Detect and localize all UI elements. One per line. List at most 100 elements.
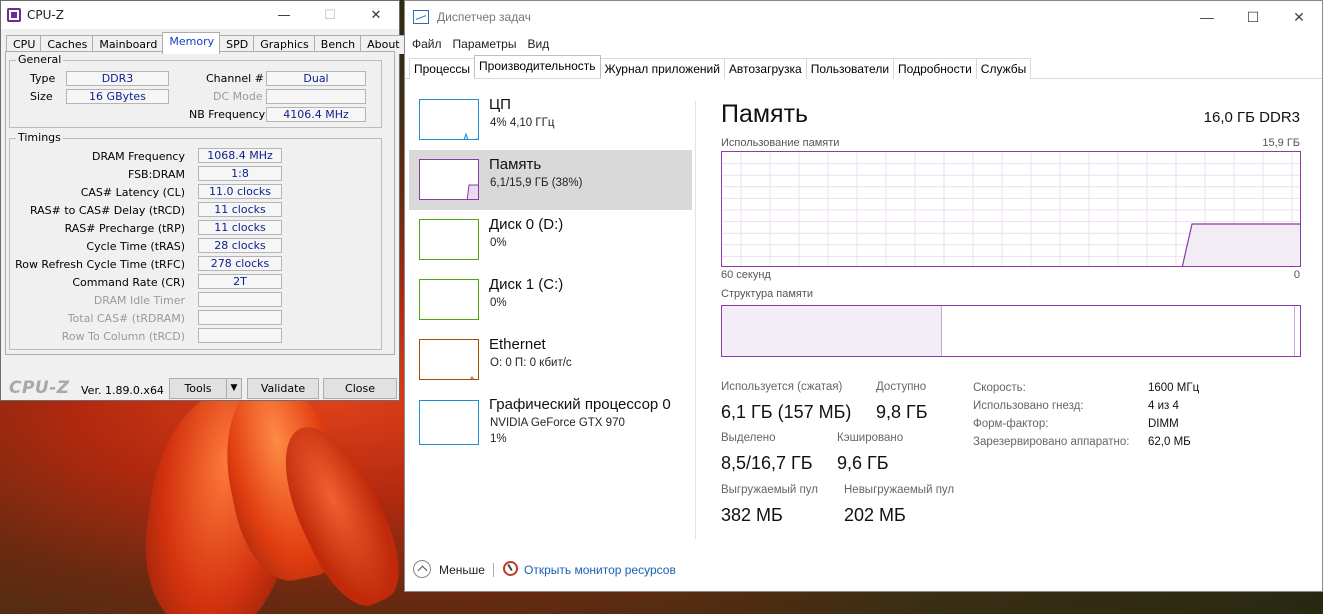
fewer-details-link[interactable]: Меньше bbox=[439, 563, 485, 577]
dc-mode-label: DC Mode bbox=[213, 90, 263, 103]
committed-label: Выделено bbox=[721, 432, 776, 444]
form-factor-value: DIMM bbox=[1148, 418, 1179, 430]
sidebar-item-ethernet[interactable]: Ethernet О: 0 П: 0 кбит/с bbox=[409, 330, 692, 390]
sidebar-divider bbox=[695, 101, 696, 539]
gpu-thumbnail-graph bbox=[419, 400, 479, 445]
validate-button[interactable]: Validate bbox=[247, 378, 319, 399]
channel-label: Channel # bbox=[206, 72, 264, 85]
timing-label: DRAM Frequency bbox=[91, 150, 185, 163]
sidebar-item-detail: 0% bbox=[490, 237, 507, 249]
sidebar-item-detail: NVIDIA GeForce GTX 970 bbox=[490, 417, 625, 429]
task-manager-titlebar[interactable]: Диспетчер задач — ☐ ✕ bbox=[405, 1, 1322, 33]
memory-composition-bar bbox=[721, 305, 1301, 357]
collapse-chevron-icon[interactable] bbox=[413, 560, 431, 578]
timing-label: Cycle Time (tRAS) bbox=[86, 240, 185, 253]
timing-value: 278 clocks bbox=[198, 256, 282, 271]
tab-app-history[interactable]: Журнал приложений bbox=[599, 58, 725, 79]
time-caption: 60 секунд bbox=[721, 269, 771, 281]
available-value: 9,8 ГБ bbox=[876, 402, 928, 422]
time-zero-label: 0 bbox=[1293, 269, 1300, 281]
close-button[interactable]: Close bbox=[323, 378, 397, 399]
timing-value: 2T bbox=[198, 274, 282, 289]
channel-value: Dual bbox=[266, 71, 366, 86]
tab-performance[interactable]: Производительность bbox=[474, 55, 601, 78]
sidebar-item-label: Диск 0 (D:) bbox=[489, 216, 564, 233]
menu-options[interactable]: Параметры bbox=[452, 37, 523, 51]
minimize-icon[interactable]: — bbox=[1184, 1, 1230, 33]
minimize-icon[interactable]: — bbox=[261, 1, 307, 29]
hardware-reserved-value: 62,0 МБ bbox=[1148, 436, 1191, 448]
available-label: Доступно bbox=[876, 381, 927, 393]
tools-dropdown-icon[interactable]: ▼ bbox=[226, 378, 242, 399]
maximize-icon[interactable]: ☐ bbox=[1230, 1, 1276, 33]
timing-label: RAS# Precharge (tRP) bbox=[64, 222, 185, 235]
cpuz-app-icon bbox=[7, 8, 21, 22]
timing-label: FSB:DRAM bbox=[127, 168, 185, 181]
resource-monitor-icon[interactable] bbox=[503, 561, 518, 576]
tab-memory[interactable]: Memory bbox=[162, 32, 221, 54]
slots-used-value: 4 из 4 bbox=[1148, 400, 1179, 412]
timing-label: Row To Column (tRCD) bbox=[61, 330, 185, 343]
timing-label: Total CAS# (tRDRAM) bbox=[67, 312, 185, 325]
dc-mode-value bbox=[266, 89, 366, 104]
tab-startup[interactable]: Автозагрузка bbox=[723, 58, 807, 79]
tools-button[interactable]: Tools bbox=[169, 378, 227, 399]
cached-value: 9,6 ГБ bbox=[837, 453, 889, 473]
type-label: Type bbox=[30, 72, 56, 85]
paged-pool-label: Выгружаемый пул bbox=[721, 484, 818, 496]
size-value: 16 GBytes bbox=[66, 89, 169, 104]
task-manager-window: Диспетчер задач — ☐ ✕ Файл Параметры Вид… bbox=[404, 0, 1323, 592]
timing-value: 11.0 clocks bbox=[198, 184, 282, 199]
timing-label: CAS# Latency (CL) bbox=[80, 186, 185, 199]
menu-file[interactable]: Файл bbox=[411, 37, 448, 51]
cached-label: Кэшировано bbox=[837, 432, 904, 444]
sidebar-item-label: Память bbox=[489, 156, 542, 173]
disk-thumbnail-graph bbox=[419, 219, 479, 260]
timing-value: 28 clocks bbox=[198, 238, 282, 253]
general-group-title: General bbox=[16, 53, 64, 66]
sidebar-item-cpu[interactable]: ЦП 4% 4,10 ГГц bbox=[409, 90, 692, 150]
slots-used-label: Использовано гнезд: bbox=[973, 400, 1084, 412]
open-resource-monitor-link[interactable]: Открыть монитор ресурсов bbox=[524, 563, 676, 577]
timing-value: 11 clocks bbox=[198, 220, 282, 235]
speed-label: Скорость: bbox=[973, 382, 1026, 394]
sidebar-item-label: Ethernet bbox=[489, 336, 546, 353]
committed-value: 8,5/16,7 ГБ bbox=[721, 453, 813, 473]
sidebar-item-memory[interactable]: Память 6,1/15,9 ГБ (38%) bbox=[409, 150, 692, 210]
tab-users[interactable]: Пользователи bbox=[805, 58, 895, 79]
page-title: Память bbox=[721, 100, 809, 128]
sidebar-item-detail: 4% 4,10 ГГц bbox=[490, 117, 555, 129]
usage-caption: Использование памяти bbox=[721, 137, 840, 149]
speed-value: 1600 МГц bbox=[1148, 382, 1200, 394]
sidebar-item-label: Графический процессор 0 bbox=[489, 396, 671, 413]
task-manager-tab-bar: Процессы Производительность Журнал прило… bbox=[405, 55, 1322, 79]
tab-processes[interactable]: Процессы bbox=[409, 58, 476, 79]
form-factor-label: Форм-фактор: bbox=[973, 418, 1049, 430]
memory-thumbnail-graph bbox=[419, 159, 479, 200]
paged-pool-value: 382 МБ bbox=[721, 505, 783, 525]
close-icon[interactable]: ✕ bbox=[353, 1, 399, 29]
timings-group-title: Timings bbox=[16, 131, 63, 144]
timing-label: Row Refresh Cycle Time (tRFC) bbox=[15, 258, 185, 271]
composition-modified-segment bbox=[1294, 306, 1295, 356]
usage-max-label: 15,9 ГБ bbox=[1262, 137, 1300, 149]
general-group: General Type DDR3 Size 16 GBytes Channel… bbox=[9, 53, 382, 128]
sidebar-item-gpu-0[interactable]: Графический процессор 0 NVIDIA GeForce G… bbox=[409, 390, 692, 460]
timing-value bbox=[198, 328, 282, 343]
tab-services[interactable]: Службы bbox=[975, 58, 1032, 79]
size-label: Size bbox=[30, 90, 53, 103]
tab-details[interactable]: Подробности bbox=[893, 58, 977, 79]
sidebar-item-label: ЦП bbox=[489, 96, 511, 113]
timing-label: RAS# to CAS# Delay (tRCD) bbox=[29, 204, 185, 217]
menu-view[interactable]: Вид bbox=[526, 37, 555, 51]
sidebar-item-disk-0[interactable]: Диск 0 (D:) 0% bbox=[409, 210, 692, 270]
window-title: CPU-Z bbox=[27, 8, 64, 22]
cpu-thumbnail-graph bbox=[419, 99, 479, 140]
sidebar-item-detail: 6,1/15,9 ГБ (38%) bbox=[490, 177, 583, 189]
task-manager-app-icon bbox=[413, 10, 429, 24]
sidebar-item-disk-1[interactable]: Диск 1 (C:) 0% bbox=[409, 270, 692, 330]
close-icon[interactable]: ✕ bbox=[1276, 1, 1322, 33]
cpuz-titlebar[interactable]: CPU-Z — ☐ ✕ bbox=[1, 1, 399, 29]
sidebar-item-detail: 0% bbox=[490, 297, 507, 309]
sidebar-item-detail: О: 0 П: 0 кбит/с bbox=[490, 357, 572, 369]
